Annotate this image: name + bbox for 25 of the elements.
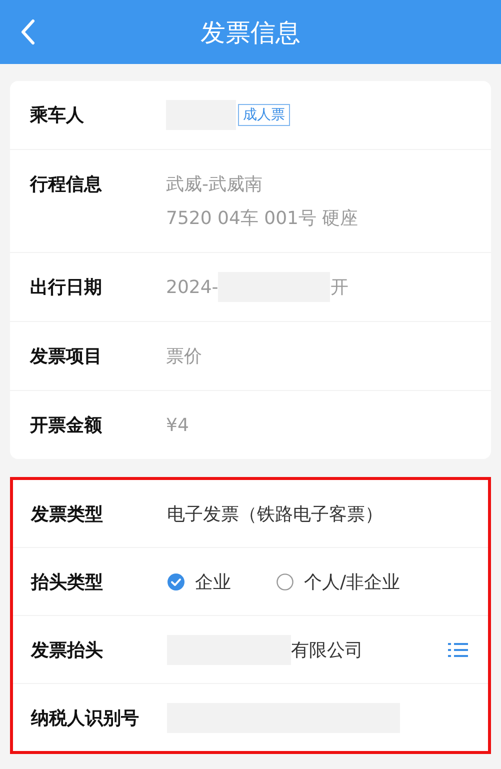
field-value: 有限公司 xyxy=(291,638,363,662)
field-value: ¥4 xyxy=(166,414,189,436)
back-icon[interactable] xyxy=(20,19,36,45)
radio-icon xyxy=(276,572,294,590)
field-value: 电子发票（铁路电子客票） xyxy=(167,502,383,526)
field-label: 乘车人 xyxy=(30,104,85,127)
field-value: 7520 04车 001号 硬座 xyxy=(166,207,358,230)
field-label: 纳税人识别号 xyxy=(31,706,140,730)
field-value: 2024- xyxy=(166,276,218,298)
page-title: 发票信息 xyxy=(200,16,300,48)
ticket-type-tag: 成人票 xyxy=(238,104,290,126)
radio-option[interactable]: 个人/非企业 xyxy=(276,570,400,594)
field-value: 武威-武威南 xyxy=(166,173,262,196)
field-value: 票价 xyxy=(166,345,202,368)
field-label: 开票金额 xyxy=(30,414,103,437)
field-label: 发票项目 xyxy=(30,345,103,368)
field-label: 发票类型 xyxy=(31,502,104,526)
field-label: 行程信息 xyxy=(30,173,103,196)
checked-radio-icon xyxy=(167,572,185,590)
field-label: 抬头类型 xyxy=(31,570,104,594)
field-label: 发票抬头 xyxy=(31,638,104,662)
list-icon[interactable] xyxy=(448,642,468,658)
radio-option[interactable]: 企业 xyxy=(167,570,231,594)
field-value: 开 xyxy=(330,276,348,299)
field-label: 出行日期 xyxy=(30,276,103,299)
